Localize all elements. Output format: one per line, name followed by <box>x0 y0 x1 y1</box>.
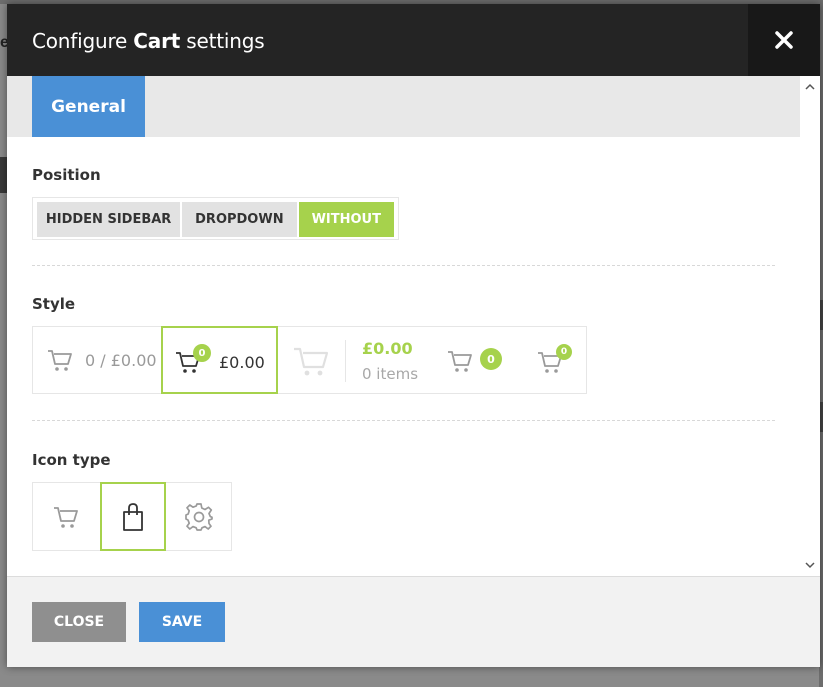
scroll-up-icon[interactable] <box>804 81 816 93</box>
style-option-count-total[interactable]: 0 / £0.00 <box>33 327 161 393</box>
section-divider <box>32 265 775 266</box>
cart-icon <box>448 351 472 372</box>
cart-icon <box>48 350 72 371</box>
dialog-title: Configure Cart settings <box>32 29 265 53</box>
style-option-badge-pill[interactable]: 0 <box>433 327 518 393</box>
cart-settings-dialog: Configure Cart settings General Position… <box>7 4 820 667</box>
cart-count-badge: 0 <box>480 348 502 370</box>
vertical-scrollbar[interactable] <box>800 76 820 576</box>
icon-type-label: Icon type <box>32 451 111 469</box>
cart-items-count: 0 items <box>362 365 419 383</box>
style-option-text: 0 / £0.00 <box>85 351 157 370</box>
style-option-text: £0.00 <box>219 353 265 372</box>
cart-icon <box>54 506 78 528</box>
style-option-badge-total[interactable]: 0 £0.00 <box>161 326 278 394</box>
style-label: Style <box>32 295 76 313</box>
position-button-group: HIDDEN SIDEBAR DROPDOWN WITHOUT <box>32 197 399 240</box>
cart-count-badge: 0 <box>193 344 211 362</box>
position-label: Position <box>32 166 101 184</box>
dialog-header: Configure Cart settings <box>7 4 820 76</box>
icon-type-options <box>32 482 232 551</box>
style-options: 0 / £0.00 0 £0.00 £0.00 0 items 0 0 <box>32 326 587 394</box>
shopping-bag-icon <box>123 502 143 531</box>
icon-type-option-cart[interactable] <box>33 483 99 550</box>
cart-count-badge: 0 <box>556 344 572 360</box>
cart-icon <box>294 347 329 376</box>
dialog-title-prefix: Configure <box>32 29 134 53</box>
gear-icon <box>185 502 213 531</box>
tab-bar: General <box>7 76 800 137</box>
style-option-amount-items[interactable]: £0.00 0 items <box>280 327 430 393</box>
icon-type-option-bag[interactable] <box>100 482 166 551</box>
section-divider <box>32 420 775 421</box>
scroll-down-icon[interactable] <box>804 559 816 571</box>
cart-amount: £0.00 <box>362 339 413 358</box>
separator <box>345 340 346 382</box>
close-icon <box>775 31 793 49</box>
close-dialog-button[interactable] <box>748 4 820 76</box>
icon-type-option-gear[interactable] <box>166 483 232 550</box>
close-button[interactable]: CLOSE <box>32 602 126 642</box>
dialog-title-suffix: settings <box>180 29 265 53</box>
position-option-hidden-sidebar[interactable]: HIDDEN SIDEBAR <box>37 202 181 237</box>
dialog-title-bold: Cart <box>133 29 181 53</box>
save-button[interactable]: SAVE <box>139 602 225 642</box>
position-option-without[interactable]: WITHOUT <box>298 202 394 237</box>
position-option-dropdown[interactable]: DROPDOWN <box>182 202 297 237</box>
dialog-footer: CLOSE SAVE <box>7 576 820 667</box>
style-option-badge-small[interactable]: 0 <box>521 327 587 393</box>
tab-general[interactable]: General <box>32 76 145 137</box>
